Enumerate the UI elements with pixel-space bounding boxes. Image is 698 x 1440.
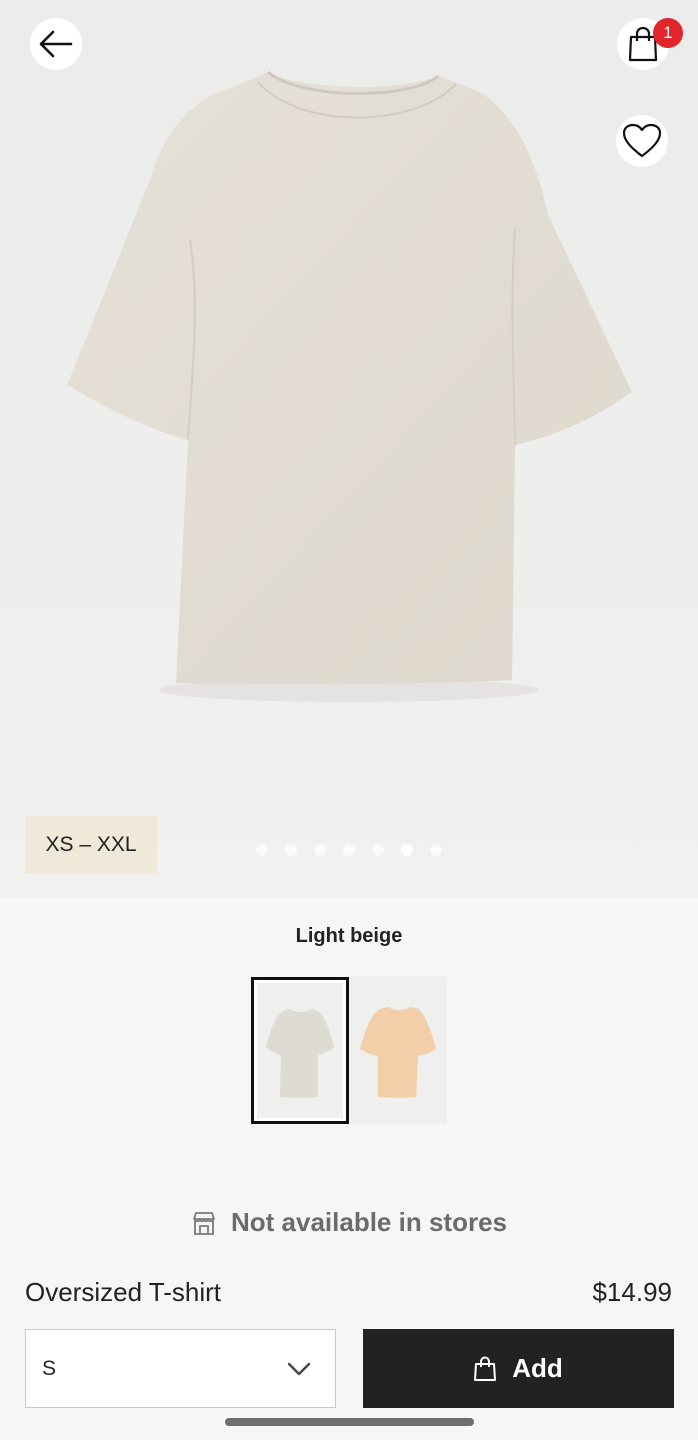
shopping-bag-button[interactable]: 1 [617,18,683,70]
add-button-label: Add [512,1353,563,1383]
product-page: 1 XS – XXL Light beige Not available in … [0,0,698,1440]
pagination-dot[interactable] [343,844,355,856]
pagination-dot[interactable] [430,844,442,856]
pagination-dot[interactable] [372,844,384,856]
product-price: $14.99 [592,1277,672,1307]
product-photo [67,70,632,702]
pagination-dot[interactable] [401,844,413,856]
pagination-dot[interactable] [256,844,268,856]
swatch-light-beige[interactable] [251,977,349,1124]
shopping-bag-icon [474,1355,497,1381]
gallery-pagination[interactable] [256,844,442,856]
swatch-apricot-image [360,1006,436,1098]
color-name: Light beige [295,925,403,947]
pagination-dot[interactable] [314,844,326,856]
cart-count-badge: 1 [653,18,683,48]
swatch-apricot[interactable] [349,977,447,1124]
arrow-left-icon [39,30,73,58]
size-range-chip: XS – XXL [25,816,157,873]
product-name: Oversized T-shirt [25,1277,222,1307]
swatch-light-beige-image [266,1008,334,1098]
add-to-bag-button[interactable]: Add [363,1329,674,1408]
back-button[interactable] [30,18,82,70]
heart-icon [622,123,662,158]
favorite-button[interactable] [616,115,668,167]
chevron-down-icon [287,1362,311,1375]
availability-text: Not available in stores [231,1207,507,1237]
pagination-dot[interactable] [285,844,297,856]
size-selector[interactable]: S [25,1329,336,1408]
selected-size: S [42,1356,57,1380]
home-indicator[interactable] [225,1418,474,1426]
product-image-gallery[interactable]: 1 XS – XXL [0,0,698,897]
color-swatches [251,977,447,1124]
store-icon [193,1211,215,1235]
store-availability: Not available in stores [0,1207,698,1238]
